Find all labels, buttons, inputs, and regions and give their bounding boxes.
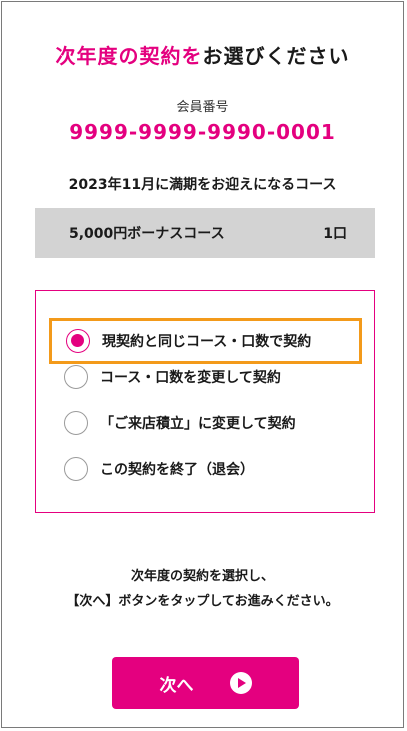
page-title-rest: お選びください: [202, 44, 350, 68]
next-button[interactable]: 次へ: [112, 657, 299, 709]
option-label: コース・口数を変更して契約: [100, 370, 281, 386]
option-label: この契約を終了（退会）: [100, 462, 254, 478]
member-number: 9999-9999-9990-0001: [69, 120, 336, 144]
radio-unselected-icon[interactable]: [64, 365, 88, 389]
option-change-course[interactable]: コース・口数を変更して契約: [64, 360, 281, 394]
member-number-label: 会員番号: [176, 100, 229, 115]
option-store-savings[interactable]: 「ご来店積立」に変更して契約: [64, 406, 296, 440]
radio-unselected-icon[interactable]: [64, 411, 88, 435]
next-button-label: 次へ: [159, 675, 194, 696]
instruction-text: 次年度の契約を選択し、 【次へ】ボタンをタップしてお進みください。: [2, 564, 403, 614]
course-name: 5,000円ボーナスコース: [69, 226, 225, 242]
contract-options-group: 現契約と同じコース・口数で契約 コース・口数を変更して契約 「ご来店積立」に変更…: [35, 290, 375, 513]
page-title-accent: 次年度の契約を: [55, 44, 203, 68]
option-label: 「ご来店積立」に変更して契約: [100, 416, 296, 432]
option-terminate[interactable]: この契約を終了（退会）: [64, 452, 254, 486]
option-label: 現契約と同じコース・口数で契約: [102, 334, 312, 350]
current-course-box: 5,000円ボーナスコース 1口: [35, 208, 375, 258]
instruction-line-2: 【次へ】ボタンをタップしてお進みください。: [66, 594, 339, 609]
radio-selected-icon[interactable]: [66, 329, 90, 353]
instruction-line-1: 次年度の契約を選択し、: [130, 569, 274, 584]
maturity-notice: 2023年11月に満期をお迎えになるコース: [68, 177, 337, 193]
play-circle-icon: [229, 672, 252, 694]
course-units: 1口: [323, 226, 347, 242]
option-same-contract[interactable]: 現契約と同じコース・口数で契約: [49, 318, 362, 364]
radio-unselected-icon[interactable]: [64, 457, 88, 481]
screen-frame: 次年度の契約をお選びください 会員番号 9999-9999-9990-0001 …: [1, 1, 404, 728]
page-title: 次年度の契約をお選びください: [2, 40, 403, 69]
